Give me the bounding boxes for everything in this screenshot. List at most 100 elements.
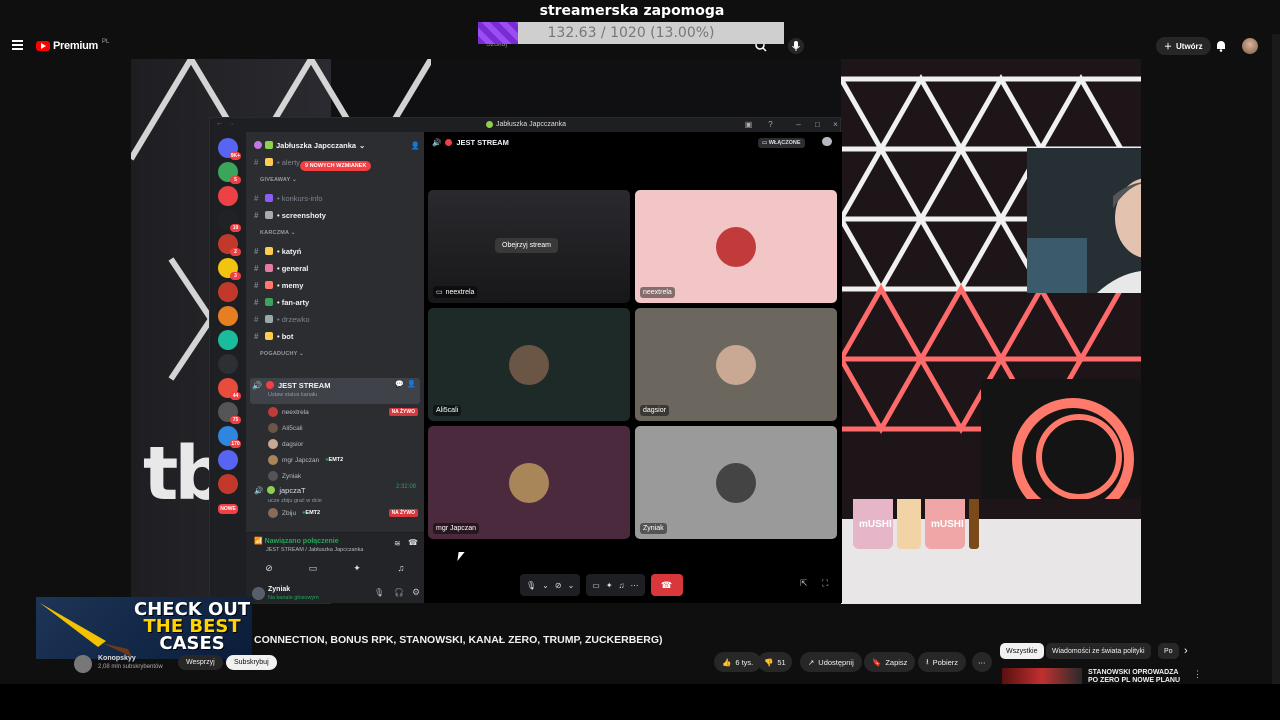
server-icon[interactable]: 44 [218,378,241,400]
video-tile-neextrela[interactable]: neextrela [635,190,837,303]
video-tile-mgr-japczan[interactable]: mgr Japczan [428,426,630,539]
server-icon[interactable] [218,282,238,302]
voice-channel-japczat[interactable]: 🔊 japczaT [254,484,306,496]
account-avatar[interactable] [1242,38,1258,54]
mic-control[interactable]: 🎙 ⌄ ⊘ ⌄ [520,574,581,596]
download-button[interactable]: ⭳ Pobierz [918,652,967,672]
server-icon[interactable] [218,474,238,494]
server-icon[interactable] [218,354,238,374]
server-icon[interactable]: 19 [218,210,241,232]
save-button[interactable]: 🔖 Zapisz [864,652,916,672]
noise-suppression-icon[interactable]: ≋ [394,539,401,548]
voice-user-neextrela[interactable]: neextrela [268,406,309,418]
notifications-bell-icon[interactable] [1214,39,1228,53]
chevron-right-icon[interactable]: › [1184,645,1188,657]
help-icon[interactable]: ? [766,120,775,129]
server-icon[interactable]: 170 [218,426,241,448]
video-tile-neextrela[interactable]: Obejrzyj stream ▭ neextrela [428,190,630,303]
text-channel-katyń[interactable]: # • katyń [254,245,301,257]
recommended-title[interactable]: STANOWSKI OPROWADZA PO ZERO PL NOWE PLAN… [1088,669,1188,685]
text-channel-bot[interactable]: # • bot [254,330,293,342]
hang-up-button[interactable]: ☎ [650,574,683,596]
sponsor-ad-banner[interactable]: CHECK OUT THE BEST CASES [36,597,252,659]
screen-share-icon[interactable]: ▭ [298,561,328,575]
popout-icon[interactable]: ⇱ [800,578,812,590]
server-icon[interactable]: NOWE [218,504,238,514]
server-icon[interactable] [218,306,238,326]
text-channel-alerty[interactable]: # • alerty [254,156,300,168]
filter-chip[interactable]: Po [1158,643,1179,659]
more-vertical-icon[interactable]: ⋮ [1193,669,1202,680]
subscribe-button[interactable]: Subskrybuj [226,655,277,670]
minimize-icon[interactable]: – [794,120,803,129]
guild-header[interactable]: Jabłuszka Japcczanka ⌄ 👤 [246,138,424,152]
text-channel-konkurs-info[interactable]: # • konkurs-info [254,192,323,204]
maximize-icon[interactable]: □ [813,120,822,129]
text-channel-fan-arty[interactable]: # • fan-arty [254,296,309,308]
channel-category[interactable]: KARCZMA ⌄ [260,230,296,236]
youtube-logo[interactable]: Premium PL [36,39,109,52]
inbox-icon[interactable]: ▣ [744,120,753,129]
server-icon[interactable] [218,186,238,206]
create-button[interactable]: ＋ Utwórz [1156,37,1211,55]
recommended-thumbnail[interactable] [1002,668,1082,684]
chat-bubble-icon[interactable] [822,137,832,146]
add-member-icon[interactable]: 👤 [411,141,420,150]
channel-name[interactable]: Konopskyy [98,655,136,662]
text-channel-memy[interactable]: # • memy [254,279,303,291]
activities-icon[interactable]: ✦ [342,561,372,575]
text-channel-drzewko[interactable]: # • drzewko [254,313,310,325]
more-actions-button[interactable]: ⋯ [972,652,992,672]
filter-chip[interactable]: Wiadomości ze świata polityki [1046,643,1151,659]
voice-user-zbiju[interactable]: Zbiju ●EMT2 [268,507,320,519]
menu-icon[interactable] [12,40,23,51]
channel-avatar[interactable] [74,655,92,673]
thumbs-down-icon: 👎 [764,657,774,667]
text-channel-general[interactable]: # • general [254,262,308,274]
like-button[interactable]: 👍 6 tys. [714,652,762,672]
fullscreen-icon[interactable]: ⛶ [822,578,834,590]
disconnect-icon[interactable]: ☎ [408,538,418,547]
user-avatar[interactable] [252,587,265,600]
text-channel-screenshoty[interactable]: # • screenshoty [254,209,326,221]
video-tile-ali5cali[interactable]: Ali5cali [428,308,630,421]
channel-category[interactable]: POGADUCHY ⌄ [260,351,304,357]
server-icon[interactable] [218,450,238,470]
channel-category[interactable]: GIVEAWAY ⌄ [260,177,297,183]
activity-controls[interactable]: ▭ ✦ ♫ ⋯ [586,574,645,596]
voice-user-ali5cali[interactable]: Ali5cali [268,422,303,434]
server-icon[interactable] [218,330,238,350]
soundboard-icon[interactable]: ♫ [386,561,416,575]
dislike-button[interactable]: 👎 51 [758,652,792,672]
filter-chip[interactable]: Wszystkie [1000,643,1044,659]
voice-search-mic-icon[interactable] [788,38,804,54]
video-player[interactable]: tb mUSHI mUSHI ← → Jabłuszka Japcczanka … [131,59,1141,604]
camera-off-icon[interactable]: ⊘ [254,561,284,575]
status-badge[interactable]: ▭ WŁĄCZONE [758,138,805,148]
back-arrow-icon[interactable]: ← [216,120,223,127]
server-icon[interactable]: 9K+ [218,138,241,160]
forward-arrow-icon[interactable]: → [228,120,235,127]
server-icon[interactable]: 5 [218,162,241,184]
video-tile-dagsior[interactable]: dagsior [635,308,837,421]
server-icon[interactable]: 75 [218,402,241,424]
watch-stream-button[interactable]: Obejrzyj stream [495,238,559,253]
settings-gear-icon[interactable]: ⚙ [412,587,420,598]
new-mentions-pill[interactable]: 9 NOWYCH WZMIANEK [300,161,372,171]
page-scrollbar[interactable] [1272,34,1280,684]
headphones-icon[interactable]: 🎧 [394,588,404,597]
share-button[interactable]: ↗ Udostępnij [800,652,862,672]
voice-user-mgr-japczan[interactable]: mgr Japczan ●EMT2 [268,454,343,466]
voice-user-dagsior[interactable]: dagsior [268,438,303,450]
server-icon[interactable]: 3 [218,258,241,280]
close-icon[interactable]: × [831,120,840,129]
voice-user-zyniak[interactable]: Zyniak [268,470,301,482]
invite-icon[interactable]: 👤 [407,380,416,388]
voice-timer: 2:32:08 [395,484,416,490]
server-icon[interactable]: 2 [218,234,241,256]
video-tile-zyniak[interactable]: Zyniak [635,426,837,539]
support-button[interactable]: Wesprzyj [178,655,223,670]
chat-icon[interactable]: 💬 [395,380,404,388]
voice-channel-jest-stream[interactable]: 🔊 JEST STREAM Ustaw status kanału 💬 👤 [250,378,420,404]
mic-icon[interactable]: 🎙 [374,588,384,597]
